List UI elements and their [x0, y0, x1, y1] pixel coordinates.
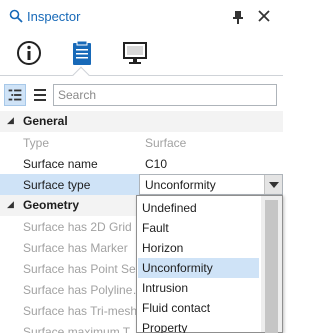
categorized-view-icon[interactable] — [4, 84, 26, 106]
info-tab-icon[interactable] — [15, 39, 43, 67]
collapse-icon[interactable]: ◢ — [7, 115, 14, 126]
grid-toolbar — [0, 80, 283, 110]
dropdown-option-selected[interactable]: Unconformity — [138, 258, 259, 278]
title-bar: Inspector — [0, 0, 283, 34]
tabs-divider — [0, 75, 283, 76]
property-name: Surface maximum T… — [23, 325, 136, 333]
dropdown-option[interactable]: Intrusion — [138, 278, 259, 298]
dropdown-option[interactable]: Property — [138, 318, 259, 333]
alphabetical-view-icon[interactable] — [29, 84, 51, 106]
properties-tab-icon[interactable] — [68, 39, 96, 67]
dropdown-option[interactable]: Undefined — [138, 198, 259, 218]
category-general[interactable]: ◢ General — [0, 111, 283, 132]
search-input[interactable] — [53, 84, 277, 106]
property-name: Surface has Marker — [23, 241, 128, 255]
surface-type-dropdown: Undefined Fault Horizon Unconformity Int… — [136, 195, 283, 333]
scrollbar-thumb[interactable] — [265, 200, 278, 333]
inspector-tabs — [0, 34, 283, 76]
dropdown-option[interactable]: Horizon — [138, 238, 259, 258]
property-row-type[interactable]: Type Surface — [0, 132, 283, 153]
property-name: Surface name — [23, 157, 98, 171]
dropdown-option[interactable]: Fluid contact — [138, 298, 259, 318]
inspector-icon — [9, 9, 23, 23]
property-value: Surface — [145, 136, 187, 150]
pin-icon[interactable] — [231, 9, 245, 25]
property-name: Surface has Polyline… — [23, 283, 136, 297]
close-icon[interactable] — [256, 8, 272, 24]
property-value[interactable]: C10 — [145, 157, 167, 171]
dropdown-scrollbar[interactable] — [261, 196, 282, 333]
property-name: Type — [23, 136, 50, 150]
category-label: Geometry — [23, 198, 80, 212]
combo-value: Unconformity — [145, 178, 216, 192]
dropdown-option[interactable]: Fault — [138, 218, 259, 238]
window-title: Inspector — [27, 9, 81, 24]
category-label: General — [23, 114, 68, 128]
collapse-icon[interactable]: ◢ — [7, 199, 14, 210]
property-name: Surface has 2D Grid — [23, 220, 132, 234]
display-tab-icon[interactable] — [121, 39, 149, 67]
property-name: Surface has Tri-mesh — [23, 304, 136, 318]
surface-type-combo[interactable]: Unconformity — [139, 174, 283, 195]
property-name: Surface has Point Set — [23, 262, 136, 276]
chevron-down-icon[interactable] — [264, 175, 282, 194]
property-name: Surface type — [23, 178, 91, 192]
property-row-surface-name[interactable]: Surface name C10 — [0, 153, 283, 174]
